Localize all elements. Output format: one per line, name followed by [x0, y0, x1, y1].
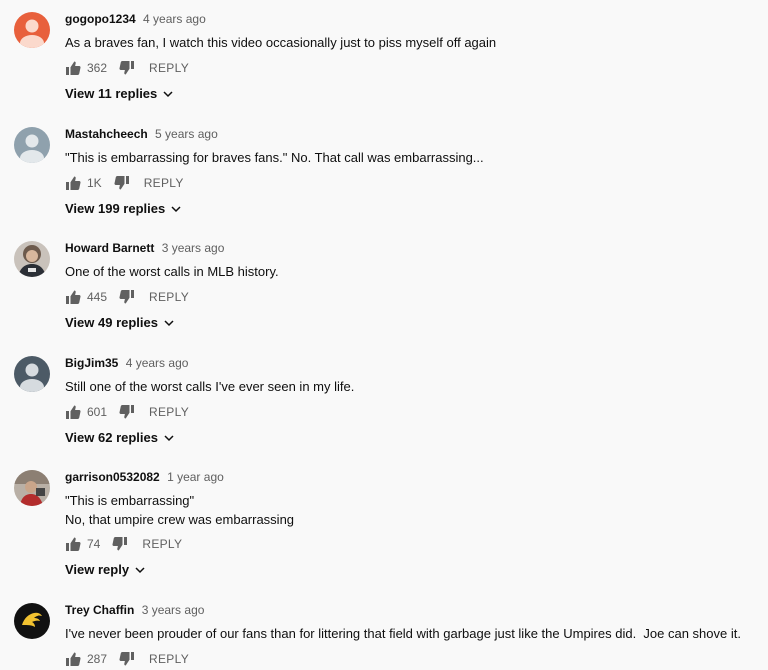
photo-avatar [14, 470, 50, 506]
view-replies-button[interactable]: View 49 replies [65, 315, 174, 330]
comment-actions: 601 REPLY [65, 404, 189, 420]
view-replies-label: View 11 replies [65, 86, 158, 101]
comment-header: garrison0532082 1 year ago [65, 470, 224, 485]
like-count: 601 [87, 405, 108, 419]
comment-actions: 362 REPLY [65, 60, 189, 76]
like-count: 362 [87, 61, 108, 75]
comment-text: "This is embarrassing" No, that umpire c… [65, 491, 294, 529]
like-icon[interactable] [65, 175, 81, 191]
avatar[interactable] [14, 127, 50, 163]
view-replies-button[interactable]: View reply [65, 562, 145, 577]
comment-header: gogopo1234 4 years ago [65, 12, 206, 27]
view-replies-button[interactable]: View 62 replies [65, 430, 174, 445]
view-replies-label: View 49 replies [65, 315, 158, 330]
person-icon [14, 356, 50, 392]
comment-text-line: I've never been prouder of our fans than… [65, 626, 741, 641]
comment-text-line: Still one of the worst calls I've ever s… [65, 379, 355, 394]
comment-actions: 287 REPLY [65, 651, 189, 667]
dislike-icon[interactable] [119, 404, 135, 420]
like-count: 1K [87, 176, 102, 190]
reply-button[interactable]: REPLY [149, 405, 189, 419]
avatar[interactable] [14, 12, 50, 48]
comment-text: One of the worst calls in MLB history. [65, 262, 279, 281]
view-replies-button[interactable]: View 199 replies [65, 201, 181, 216]
avatar[interactable] [14, 470, 50, 506]
avatar[interactable] [14, 241, 50, 277]
comment-header: Mastahcheech 5 years ago [65, 127, 218, 142]
reply-button[interactable]: REPLY [149, 61, 189, 75]
comment-time[interactable]: 3 years ago [162, 241, 225, 255]
comment-text-line: One of the worst calls in MLB history. [65, 264, 279, 279]
dislike-icon[interactable] [119, 60, 135, 76]
reply-button[interactable]: REPLY [149, 290, 189, 304]
comment-author[interactable]: Howard Barnett [65, 241, 154, 255]
comment-header: Howard Barnett 3 years ago [65, 241, 224, 256]
reply-button[interactable]: REPLY [149, 652, 189, 666]
person-icon [14, 12, 50, 48]
logo-avatar [14, 603, 50, 639]
person-icon [14, 127, 50, 163]
reply-button[interactable]: REPLY [144, 176, 184, 190]
view-replies-button[interactable]: View 11 replies [65, 86, 173, 101]
comment-time[interactable]: 5 years ago [155, 127, 218, 141]
comment-author[interactable]: Mastahcheech [65, 127, 148, 141]
like-count: 74 [87, 537, 101, 551]
comment-text: I've never been prouder of our fans than… [65, 624, 741, 643]
dislike-icon[interactable] [112, 536, 128, 552]
comment-text-line: "This is embarrassing for braves fans." … [65, 150, 484, 165]
comment-time[interactable]: 4 years ago [143, 12, 206, 26]
comment-header: BigJim35 4 years ago [65, 356, 188, 371]
reply-button[interactable]: REPLY [142, 537, 182, 551]
avatar[interactable] [14, 356, 50, 392]
comment-time[interactable]: 1 year ago [167, 470, 224, 484]
like-icon[interactable] [65, 404, 81, 420]
avatar[interactable] [14, 603, 50, 639]
view-replies-label: View 62 replies [65, 430, 158, 445]
comment-time[interactable]: 4 years ago [126, 356, 189, 370]
view-replies-label: View 199 replies [65, 201, 166, 216]
like-count: 287 [87, 652, 108, 666]
dislike-icon[interactable] [119, 289, 135, 305]
dislike-icon[interactable] [114, 175, 130, 191]
chevron-down-icon [135, 566, 145, 573]
comment-header: Trey Chaffin 3 years ago [65, 603, 204, 618]
comment-author[interactable]: Trey Chaffin [65, 603, 134, 617]
chevron-down-icon [171, 205, 181, 212]
like-icon[interactable] [65, 536, 81, 552]
like-count: 445 [87, 290, 108, 304]
comment-text: Still one of the worst calls I've ever s… [65, 377, 354, 396]
chevron-down-icon [164, 434, 174, 441]
like-icon[interactable] [65, 289, 81, 305]
comment-actions: 445 REPLY [65, 289, 189, 305]
photo-avatar [14, 241, 50, 277]
view-replies-label: View reply [65, 562, 130, 577]
dislike-icon[interactable] [119, 651, 135, 667]
comment-author[interactable]: garrison0532082 [65, 470, 160, 484]
comment-author[interactable]: gogopo1234 [65, 12, 136, 26]
like-icon[interactable] [65, 651, 81, 667]
comment-text-line: As a braves fan, I watch this video occa… [65, 35, 497, 50]
comment-actions: 1K REPLY [65, 175, 184, 191]
comment-text-line: No, that umpire crew was embarrassing [65, 512, 295, 527]
comment-text: "This is embarrassing for braves fans." … [65, 148, 484, 167]
chevron-down-icon [164, 319, 174, 326]
comment-author[interactable]: BigJim35 [65, 356, 118, 370]
comment-time[interactable]: 3 years ago [142, 603, 205, 617]
comment-actions: 74 REPLY [65, 536, 182, 552]
comment-text: As a braves fan, I watch this video occa… [65, 33, 496, 52]
like-icon[interactable] [65, 60, 81, 76]
chevron-down-icon [163, 90, 173, 97]
comment-text-line: "This is embarrassing" [65, 493, 195, 508]
